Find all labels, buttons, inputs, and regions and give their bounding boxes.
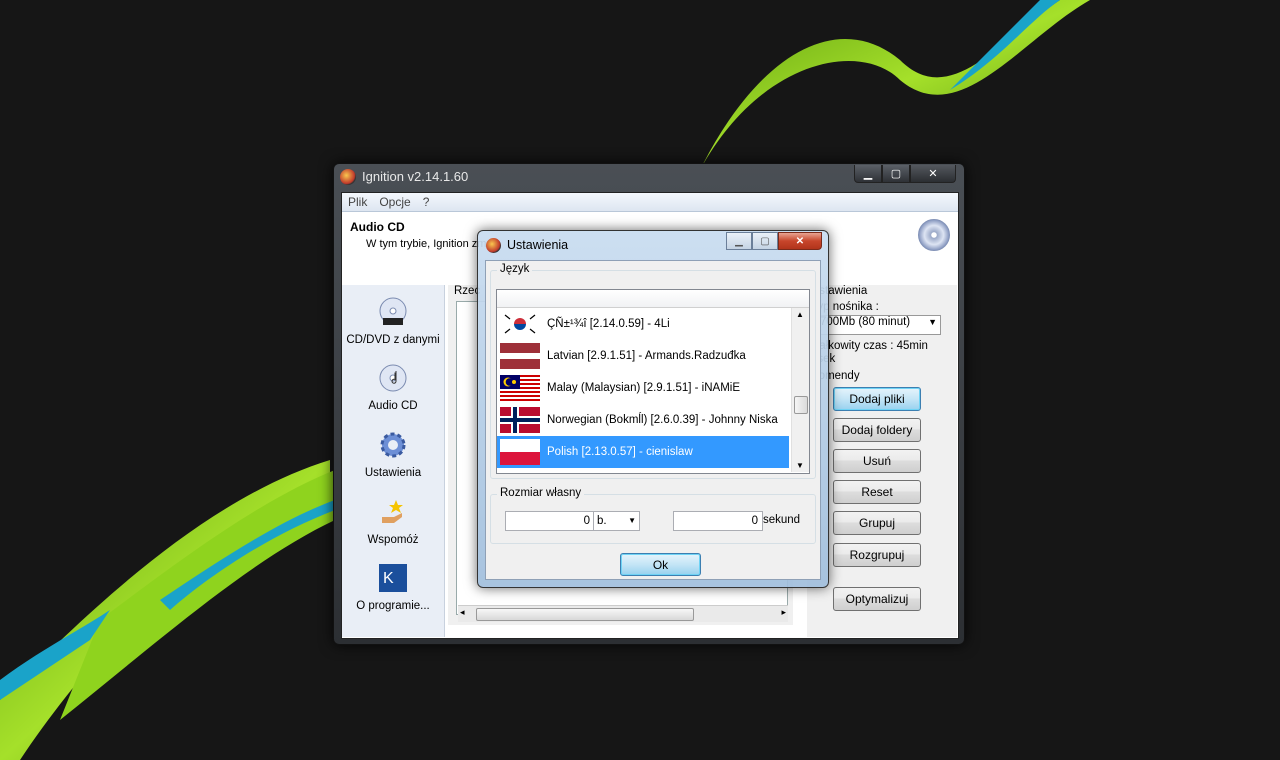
menu-opcje[interactable]: Opcje [373,193,416,211]
vertical-scrollbar[interactable]: ▲ ▼ [791,308,809,472]
scroll-down-icon[interactable]: ▼ [796,461,804,470]
dvd-cd-icon [379,297,407,325]
latvia-flag-icon [500,343,540,369]
scroll-thumb[interactable] [476,608,694,621]
scroll-thumb[interactable] [794,396,808,414]
scroll-right-icon[interactable]: ▸ [781,607,786,618]
language-label: Norwegian (Bokmĺl) [2.6.0.39] - Johnny N… [547,414,778,426]
ignition-app-icon [486,238,501,253]
sidebar-item-label: O programie... [356,600,430,612]
scroll-up-icon[interactable]: ▲ [796,310,804,319]
language-group-label: Język [497,263,533,275]
window-title: Ignition v2.14.1.60 [362,169,469,184]
ungroup-button[interactable]: Rozgrupuj [833,543,921,567]
sidebar-item-label: CD/DVD z danymi [346,334,440,346]
sidebar: CD/DVD z danymi Audio CD Ustawienia Wspo… [342,285,445,637]
sidebar-item-about[interactable]: K O programie... [342,563,444,612]
list-header [497,290,809,308]
minimize-button[interactable]: ▁ [854,165,882,183]
custom-size-group-label: Rozmiar własny [497,487,585,499]
seconds-input[interactable]: 0 [673,511,763,531]
language-row-korean[interactable]: ÇÑ±¹¾î [2.14.0.59] - 4Li [497,308,789,340]
minimize-icon: ▁ [863,168,873,180]
remove-button[interactable]: Usuń [833,449,921,473]
language-list[interactable]: ÇÑ±¹¾î [2.14.0.59] - 4Li Latvian [2.9.1.… [496,289,810,474]
size-unit-value: b. [597,515,607,527]
dialog-close-button[interactable]: ✕ [778,232,822,250]
malaysia-flag-icon [500,375,540,401]
language-label: Latvian [2.9.1.51] - Armands.Radzuđka [547,350,746,362]
settings-dialog: Ustawienia ▁ ▢ ✕ Język ÇÑ±¹¾î [2.14.0.59… [477,230,829,588]
size-input[interactable]: 0 [505,511,595,531]
language-row-latvian[interactable]: Latvian [2.9.1.51] - Armands.Radzuđka [497,340,789,372]
sidebar-item-settings[interactable]: Ustawienia [342,430,444,479]
language-label: ÇÑ±¹¾î [2.14.0.59] - 4Li [547,318,670,330]
seconds-label: sekund [763,514,801,526]
maximize-button[interactable]: ▢ [882,165,910,183]
optimize-button[interactable]: Optymalizuj [833,587,921,611]
language-label: Malay (Malaysian) [2.9.1.51] - iNAMiE [547,382,741,394]
mode-description: W tym trybie, Ignition zm [366,238,487,250]
scroll-left-icon[interactable]: ◂ [460,607,465,618]
menu-plik[interactable]: Plik [342,193,373,211]
audio-cd-icon [379,364,407,392]
close-icon: ✕ [928,168,938,180]
donate-hand-icon [382,500,403,523]
language-row-polish[interactable]: Polish [2.13.0.57] - cienislaw [497,436,789,468]
maximize-icon: ▢ [890,168,902,180]
dialog-client-area: Język ÇÑ±¹¾î [2.14.0.59] - 4Li Latvian [… [485,260,821,580]
language-label: Polish [2.13.0.57] - cienislaw [547,446,693,458]
poland-flag-icon [500,439,540,465]
sidebar-item-data-disc[interactable]: CD/DVD z danymi [342,297,444,346]
right-panel: Ustawienia Typ nośnika : 700Mb (80 minut… [807,285,957,637]
sidebar-item-label: Wspomóż [367,534,419,546]
minimize-icon: ▁ [735,235,743,247]
gear-icon [380,432,406,458]
audio-cd-header-icon [918,219,950,251]
menu-bar: Plik Opcje ? [342,193,958,212]
south-korea-flag-icon [500,311,540,337]
mode-title: Audio CD [350,220,405,234]
sidebar-item-label: Audio CD [368,400,418,412]
media-type-select[interactable]: 700Mb (80 minut) ▼ [817,315,941,335]
ok-button[interactable]: Ok [620,553,701,576]
custom-size-group: Rozmiar własny 0 b. ▼ 0 sekund [490,487,816,544]
add-folders-button[interactable]: Dodaj foldery [833,418,921,442]
sidebar-item-donate[interactable]: Wspomóż [342,497,444,546]
size-unit-select[interactable]: b. ▼ [593,511,640,531]
add-files-button[interactable]: Dodaj pliki [833,387,921,411]
sidebar-item-label: Ustawienia [364,467,422,479]
language-row-norwegian[interactable]: Norwegian (Bokmĺl) [2.6.0.39] - Johnny N… [497,404,789,436]
horizontal-scrollbar[interactable]: ◂ ▸ [458,605,788,622]
about-logo-icon: K [379,564,407,592]
menu-help[interactable]: ? [417,193,436,211]
svg-text:K: K [383,570,394,587]
norway-flag-icon [500,407,540,433]
language-group: Język ÇÑ±¹¾î [2.14.0.59] - 4Li Latvian [… [490,263,816,479]
close-button[interactable]: ✕ [910,165,956,183]
media-type-value: 700Mb (80 minut) [820,316,911,328]
dialog-title: Ustawienia [507,238,569,252]
dialog-minimize-button[interactable]: ▁ [726,232,752,250]
maximize-icon: ▢ [760,235,770,247]
group-button[interactable]: Grupuj [833,511,921,535]
reset-button[interactable]: Reset [833,480,921,504]
chevron-down-icon: ▼ [628,516,636,525]
close-icon: ✕ [795,235,805,247]
chevron-down-icon: ▼ [928,317,937,327]
language-row-malay[interactable]: Malay (Malaysian) [2.9.1.51] - iNAMiE [497,372,789,404]
sidebar-item-audio-cd[interactable]: Audio CD [342,363,444,412]
dialog-maximize-button[interactable]: ▢ [752,232,778,250]
ignition-app-icon [340,169,356,185]
